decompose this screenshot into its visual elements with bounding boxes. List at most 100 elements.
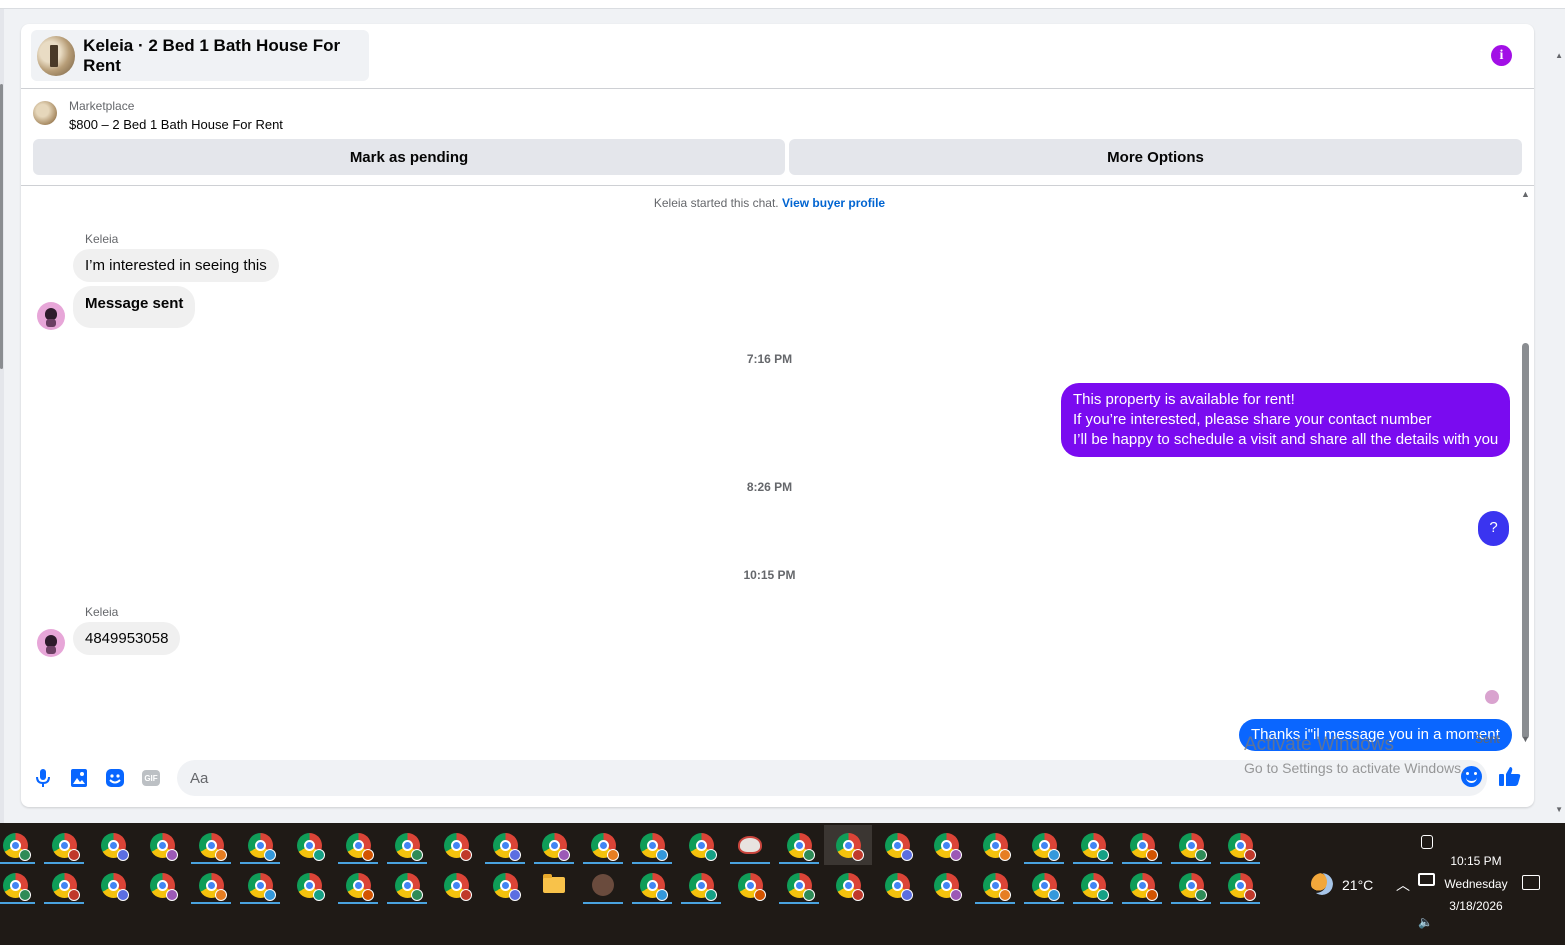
chrome-taskbar-icon[interactable] — [236, 825, 284, 865]
outgoing-message[interactable]: This property is available for rent! If … — [1061, 383, 1511, 457]
message-input[interactable] — [177, 760, 1487, 796]
chrome-taskbar-icon[interactable] — [1020, 865, 1068, 905]
chrome-taskbar-icon[interactable] — [432, 865, 480, 905]
mark-as-pending-button[interactable]: Mark as pending — [33, 139, 785, 175]
chrome-icon — [296, 832, 325, 861]
chrome-taskbar-icon[interactable] — [873, 865, 921, 905]
chrome-taskbar-icon[interactable] — [285, 825, 333, 865]
chrome-taskbar-icon[interactable] — [0, 865, 39, 905]
chrome-taskbar-icon[interactable] — [579, 825, 627, 865]
chrome-taskbar-icon[interactable] — [677, 825, 725, 865]
chrome-taskbar-icon[interactable] — [40, 865, 88, 905]
chrome-taskbar-icon[interactable] — [89, 865, 137, 905]
chrome-icon — [492, 872, 521, 901]
info-icon[interactable]: i — [1491, 45, 1512, 66]
weather-temperature[interactable]: 21°C — [1342, 877, 1373, 893]
chrome-taskbar-icon[interactable] — [677, 865, 725, 905]
chrome-icon — [1227, 872, 1256, 901]
chrome-taskbar-icon[interactable] — [187, 825, 235, 865]
conversation-title-button[interactable]: Keleia · 2 Bed 1 Bath House For Rent — [31, 30, 369, 81]
chrome-taskbar-icon[interactable] — [481, 865, 529, 905]
chrome-taskbar-icon[interactable] — [922, 865, 970, 905]
profile-badge-icon — [851, 848, 864, 861]
chrome-taskbar-icon[interactable] — [530, 825, 578, 865]
chrome-taskbar-icon[interactable] — [1167, 865, 1215, 905]
chrome-taskbar-icon[interactable] — [0, 825, 39, 865]
thread-scrollbar-thumb[interactable] — [1522, 343, 1529, 739]
chrome-taskbar-icon[interactable] — [432, 825, 480, 865]
chrome-taskbar-icon[interactable] — [971, 865, 1019, 905]
chrome-taskbar-icon[interactable] — [1069, 825, 1117, 865]
chrome-taskbar-icon[interactable] — [628, 825, 676, 865]
chrome-taskbar-icon[interactable] — [971, 825, 1019, 865]
left-scrollbar-thumb[interactable] — [0, 84, 3, 369]
incoming-message[interactable]: I’m interested in seeing this — [73, 249, 279, 282]
chrome-taskbar-icon[interactable] — [1216, 865, 1264, 905]
chrome-taskbar-icon[interactable] — [1216, 825, 1264, 865]
chrome-taskbar-icon[interactable] — [1167, 825, 1215, 865]
chrome-taskbar-icon[interactable] — [628, 865, 676, 905]
sender-avatar[interactable] — [37, 629, 65, 657]
chrome-taskbar-icon[interactable] — [1118, 865, 1166, 905]
chevron-up-icon[interactable]: ︿ — [1396, 875, 1410, 895]
chrome-taskbar-icon[interactable] — [824, 865, 872, 905]
thread-scrollbar[interactable]: ▲ ▼ — [1521, 189, 1530, 744]
chrome-taskbar-icon[interactable] — [726, 865, 774, 905]
more-options-button[interactable]: More Options — [789, 139, 1522, 175]
microphone-icon[interactable] — [33, 768, 53, 788]
clock-date[interactable]: 3/18/2026 — [1441, 899, 1511, 913]
photo-icon[interactable] — [69, 768, 89, 788]
chrome-taskbar-icon[interactable] — [775, 865, 823, 905]
weather-icon[interactable] — [1311, 873, 1333, 895]
chrome-taskbar-icon[interactable] — [1118, 825, 1166, 865]
chrome-taskbar-icon[interactable] — [138, 865, 186, 905]
chrome-taskbar-icon[interactable] — [187, 865, 235, 905]
sticker-icon[interactable] — [105, 768, 125, 788]
chrome-icon — [1129, 832, 1158, 861]
chrome-taskbar-icon[interactable] — [775, 825, 823, 865]
profile-badge-icon — [606, 848, 619, 861]
chrome-taskbar-icon[interactable] — [334, 825, 382, 865]
chrome-taskbar-icon[interactable] — [285, 865, 333, 905]
chrome-taskbar-icon[interactable] — [236, 865, 284, 905]
outgoing-message[interactable]: Thanks i"il message you in a moment — [1239, 719, 1512, 751]
clock-time[interactable]: 10:15 PM — [1441, 854, 1511, 868]
thread-scroll-down-arrow[interactable]: ▼ — [1521, 734, 1530, 744]
gif-icon[interactable]: GIF — [142, 770, 160, 786]
incoming-message[interactable]: 4849953058 — [73, 622, 181, 655]
chrome-taskbar-icon[interactable] — [334, 865, 382, 905]
incoming-message[interactable]: Message sent — [73, 286, 196, 328]
chrome-taskbar-icon[interactable] — [1020, 825, 1068, 865]
sender-avatar[interactable] — [37, 302, 65, 330]
chrome-taskbar-icon[interactable] — [824, 825, 872, 865]
notification-icon[interactable] — [1522, 875, 1540, 890]
chrome-taskbar-icon[interactable] — [922, 825, 970, 865]
chrome-taskbar-icon[interactable] — [138, 825, 186, 865]
like-icon[interactable] — [1499, 766, 1521, 792]
listing-title[interactable]: $800 – 2 Bed 1 Bath House For Rent — [69, 117, 283, 132]
chrome-taskbar-icon[interactable] — [89, 825, 137, 865]
file-explorer-taskbar-icon[interactable] — [530, 865, 578, 905]
chrome-taskbar-icon[interactable] — [481, 825, 529, 865]
app-taskbar-icon[interactable] — [579, 865, 627, 905]
scroll-up-arrow[interactable]: ▲ — [1555, 51, 1563, 60]
emoji-icon[interactable] — [1461, 766, 1482, 787]
scroll-down-arrow[interactable]: ▼ — [1555, 805, 1563, 814]
listing-avatar — [37, 35, 76, 76]
chrome-taskbar-icon[interactable] — [873, 825, 921, 865]
view-buyer-profile-link[interactable]: View buyer profile — [782, 196, 885, 210]
chrome-taskbar-icon[interactable] — [40, 825, 88, 865]
outgoing-message[interactable]: ? — [1478, 511, 1509, 546]
clock-day[interactable]: Wednesday — [1441, 877, 1511, 891]
chrome-taskbar-icon[interactable] — [383, 825, 431, 865]
meet-now-icon[interactable] — [1421, 835, 1433, 849]
network-icon[interactable] — [1418, 873, 1435, 886]
chrome-taskbar-icon[interactable] — [383, 865, 431, 905]
listing-thumbnail[interactable] — [33, 101, 57, 125]
message-thread: ▲ ▼ Keleia started this chat. View buyer… — [21, 187, 1534, 754]
volume-icon[interactable]: 🔈 — [1418, 915, 1433, 929]
chrome-taskbar-icon[interactable] — [1069, 865, 1117, 905]
paint-taskbar-icon[interactable] — [726, 825, 774, 865]
thread-scroll-up-arrow[interactable]: ▲ — [1521, 189, 1530, 199]
profile-badge-icon — [1047, 888, 1060, 901]
